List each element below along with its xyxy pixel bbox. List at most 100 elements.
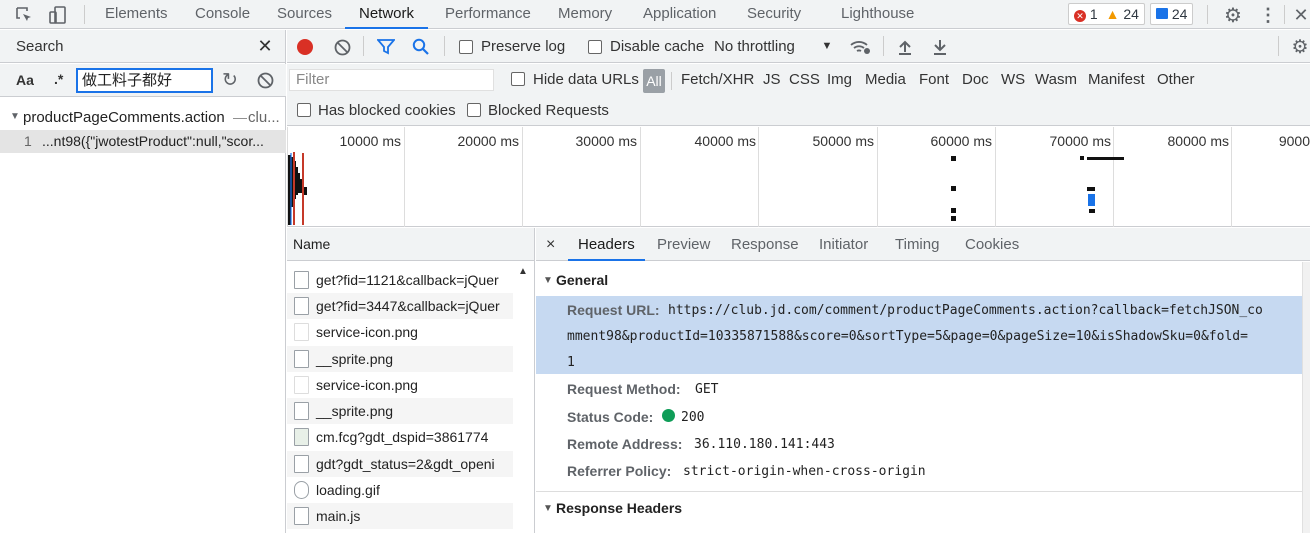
disable-cache-checkbox[interactable]: [588, 40, 602, 54]
chevron-down-icon[interactable]: ▼: [820, 38, 834, 54]
network-conditions-icon[interactable]: [848, 37, 872, 57]
refresh-icon[interactable]: ↻: [219, 69, 241, 91]
request-row[interactable]: get?fid=1121&callback=jQuer: [287, 267, 513, 293]
general-section-title[interactable]: General: [556, 272, 608, 288]
tab-network[interactable]: Network: [345, 0, 429, 29]
tab-application[interactable]: Application: [643, 0, 716, 28]
type-filter-font[interactable]: Font: [919, 71, 949, 88]
request-row[interactable]: __sprite.png: [287, 346, 513, 372]
tab-sources[interactable]: Sources: [277, 0, 332, 28]
tab-console[interactable]: Console: [195, 0, 250, 28]
type-filter-fetch-xhr[interactable]: Fetch/XHR: [681, 71, 754, 88]
status-ok-icon: [662, 409, 675, 422]
image-file-icon: [294, 376, 309, 394]
hide-data-urls-label: Hide data URLs: [533, 71, 639, 88]
throttling-select[interactable]: No throttling: [714, 38, 795, 55]
request-row[interactable]: main.js: [287, 503, 513, 529]
search-panel-title: Search: [16, 38, 64, 55]
column-header-name[interactable]: Name: [287, 228, 534, 261]
clear-log-icon[interactable]: [332, 37, 352, 57]
search-result-line[interactable]: 1 ...nt98({"jwotestProduct":null,"scor..…: [0, 130, 286, 153]
hide-data-urls-checkbox[interactable]: [511, 72, 525, 86]
regex-toggle[interactable]: .*: [54, 71, 63, 87]
type-filter-other[interactable]: Other: [1157, 71, 1195, 88]
section-divider: [536, 491, 1310, 492]
close-details-icon[interactable]: ×: [546, 228, 555, 261]
request-details: × Headers Preview Response Initiator Tim…: [536, 228, 1310, 533]
has-blocked-cookies-label: Has blocked cookies: [318, 102, 456, 119]
tab-headers[interactable]: Headers: [568, 228, 645, 261]
type-filter-js[interactable]: JS: [763, 71, 781, 88]
collapse-response-headers-icon[interactable]: ▼: [543, 503, 553, 514]
details-tabbar: × Headers Preview Response Initiator Tim…: [536, 228, 1310, 261]
request-url-line-1: https://club.jd.com/comment/productPageC…: [668, 303, 1263, 318]
message-count-badge[interactable]: 24: [1150, 3, 1194, 25]
request-row[interactable]: service-icon.png: [287, 372, 513, 398]
tab-initiator[interactable]: Initiator: [819, 228, 868, 261]
network-settings-icon[interactable]: ⚙: [1290, 36, 1310, 58]
request-row[interactable]: __sprite.png: [287, 398, 513, 424]
image-file-icon: [294, 323, 309, 341]
clear-icon[interactable]: [254, 69, 276, 91]
search-input[interactable]: 做工料子都好: [76, 68, 213, 93]
has-blocked-cookies-checkbox[interactable]: [297, 103, 311, 117]
device-toolbar-icon[interactable]: [48, 5, 68, 25]
error-icon: ✕: [1074, 10, 1086, 22]
more-options-icon[interactable]: ⋮: [1258, 4, 1278, 26]
timeline-waterfall: [288, 152, 1124, 225]
tab-performance[interactable]: Performance: [445, 0, 531, 28]
tab-elements[interactable]: Elements: [105, 0, 168, 28]
record-button[interactable]: [297, 39, 313, 55]
request-row[interactable]: gdt?gdt_status=2&gdt_openi: [287, 451, 513, 477]
match-case-toggle[interactable]: Aa: [16, 72, 34, 88]
tab-lighthouse[interactable]: Lighthouse: [841, 0, 914, 28]
inspect-element-icon[interactable]: [14, 5, 34, 25]
collapse-general-icon[interactable]: ▼: [543, 275, 553, 286]
tab-cookies[interactable]: Cookies: [965, 228, 1019, 261]
details-scrollbar[interactable]: [1302, 262, 1310, 533]
request-row[interactable]: cm.fcg?gdt_dspid=3861774: [287, 424, 513, 450]
response-headers-section-title[interactable]: Response Headers: [556, 500, 682, 516]
request-url-label: Request URL:: [567, 302, 660, 318]
type-filter-img[interactable]: Img: [827, 71, 852, 88]
request-row[interactable]: service-icon.png: [287, 319, 513, 345]
network-toolbar: Preserve log Disable cache No throttling…: [287, 30, 1310, 63]
tab-preview[interactable]: Preview: [657, 228, 710, 261]
scroll-up-arrow-icon[interactable]: ▲: [518, 266, 528, 277]
type-filter-all[interactable]: All: [643, 69, 665, 93]
tab-memory[interactable]: Memory: [558, 0, 612, 28]
error-count-badge[interactable]: ✕ 1 ▲ 24: [1068, 3, 1145, 25]
type-filter-ws[interactable]: WS: [1001, 71, 1025, 88]
export-har-icon[interactable]: [930, 37, 950, 57]
tab-timing[interactable]: Timing: [895, 228, 939, 261]
filter-icon[interactable]: [376, 37, 396, 57]
timeline-overview[interactable]: 10000 ms 20000 ms 30000 ms 40000 ms 5000…: [287, 127, 1310, 227]
preserve-log-checkbox[interactable]: [459, 40, 473, 54]
blocked-requests-label: Blocked Requests: [488, 102, 609, 119]
blocked-requests-checkbox[interactable]: [467, 103, 481, 117]
import-har-icon[interactable]: [895, 37, 915, 57]
type-filter-manifest[interactable]: Manifest: [1088, 71, 1145, 88]
tab-response[interactable]: Response: [731, 228, 799, 261]
preserve-log-label: Preserve log: [481, 38, 566, 55]
request-row[interactable]: loading.gif: [287, 477, 513, 503]
referrer-policy-value: strict-origin-when-cross-origin: [683, 464, 926, 479]
close-search-icon[interactable]: ✕: [255, 36, 275, 56]
type-filter-wasm[interactable]: Wasm: [1035, 71, 1077, 88]
request-url-line-2: mment98&productId=10335871588&score=0&so…: [567, 329, 1248, 344]
type-filter-doc[interactable]: Doc: [962, 71, 989, 88]
image-file-icon: [294, 402, 309, 420]
message-icon: [1156, 8, 1168, 19]
search-result-file[interactable]: ▼ productPageComments.action — clu...: [0, 108, 286, 130]
request-row[interactable]: get?fid=3447&callback=jQuer: [287, 293, 513, 319]
search-icon[interactable]: [411, 37, 431, 57]
request-method-label: Request Method:: [567, 381, 681, 397]
warning-icon: ▲: [1105, 6, 1120, 22]
type-filter-media[interactable]: Media: [865, 71, 906, 88]
type-filter-css[interactable]: CSS: [789, 71, 820, 88]
tab-security[interactable]: Security: [747, 0, 801, 28]
request-list: Name ▲ get?fid=1121&callback=jQuer get?f…: [287, 228, 535, 533]
close-icon[interactable]: ✕: [1292, 4, 1310, 26]
filter-input[interactable]: Filter: [289, 69, 494, 91]
gear-icon[interactable]: ⚙: [1222, 4, 1244, 27]
